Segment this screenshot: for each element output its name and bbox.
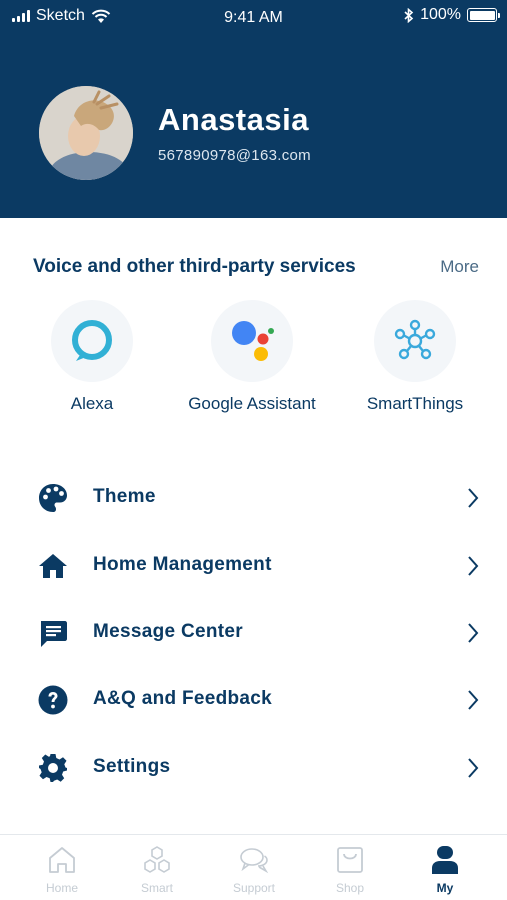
menu-item-message-center[interactable]: Message Center — [0, 603, 507, 663]
chevron-right-icon — [468, 690, 479, 710]
more-link[interactable]: More — [440, 257, 479, 277]
alexa-icon — [51, 300, 133, 382]
home-icon — [39, 554, 67, 578]
service-google-assistant[interactable]: Google Assistant — [172, 300, 332, 414]
menu-label: Home Management — [93, 554, 272, 575]
service-label: Alexa — [70, 394, 114, 413]
user-email: 567890978@163.com — [158, 147, 311, 164]
menu-label: Message Center — [93, 621, 243, 642]
tab-my[interactable]: My — [395, 835, 495, 900]
service-alexa[interactable]: Alexa — [12, 300, 172, 414]
service-label: SmartThings — [366, 394, 464, 413]
services-title: Voice and other third-party services — [33, 256, 356, 277]
tab-label: Shop — [335, 881, 365, 895]
tab-shop[interactable]: Shop — [300, 835, 400, 900]
tab-support[interactable]: Support — [204, 835, 304, 900]
menu-item-feedback[interactable]: A&Q and Feedback — [0, 670, 507, 730]
tab-bar: Home Smart Support Shop My — [0, 834, 507, 900]
menu-label: Theme — [93, 486, 156, 507]
user-name: Anastasia — [158, 102, 309, 137]
tab-label: Smart — [140, 881, 173, 895]
tab-smart[interactable]: Smart — [107, 835, 207, 900]
service-label: Google Assistant — [188, 394, 316, 413]
service-smartthings[interactable]: SmartThings — [335, 300, 495, 414]
bluetooth-icon — [404, 7, 414, 23]
help-icon — [38, 685, 68, 715]
smart-hexagon-icon — [144, 846, 170, 873]
palette-icon — [39, 484, 67, 512]
tab-label: Support — [232, 881, 276, 895]
gear-icon — [39, 754, 67, 782]
message-icon — [41, 621, 67, 647]
tab-home[interactable]: Home — [12, 835, 112, 900]
battery-icon — [467, 8, 500, 22]
battery-percent: 100% — [420, 6, 461, 23]
chat-bubbles-icon — [240, 848, 269, 874]
menu-item-home-management[interactable]: Home Management — [0, 536, 507, 596]
google-assistant-icon — [211, 300, 293, 382]
tab-label: My — [436, 881, 454, 895]
smartthings-icon — [374, 300, 456, 382]
profile-header: Sketch 9:41 AM 100% Anastasia 567890978@… — [0, 0, 507, 218]
chevron-right-icon — [468, 556, 479, 576]
tab-label: Home — [45, 881, 78, 895]
menu-label: Settings — [93, 756, 171, 777]
menu-item-settings[interactable]: Settings — [0, 738, 507, 798]
status-bar: Sketch 9:41 AM 100% — [0, 0, 507, 34]
chevron-right-icon — [468, 758, 479, 778]
chevron-right-icon — [468, 623, 479, 643]
menu-item-theme[interactable]: Theme — [0, 468, 507, 528]
status-right: 100% — [404, 6, 500, 24]
chevron-right-icon — [468, 488, 479, 508]
avatar[interactable] — [39, 86, 133, 180]
shopping-bag-icon — [337, 847, 363, 873]
person-icon — [432, 846, 458, 874]
avatar-photo — [39, 86, 133, 180]
menu-label: A&Q and Feedback — [93, 688, 273, 709]
home-outline-icon — [49, 847, 75, 873]
